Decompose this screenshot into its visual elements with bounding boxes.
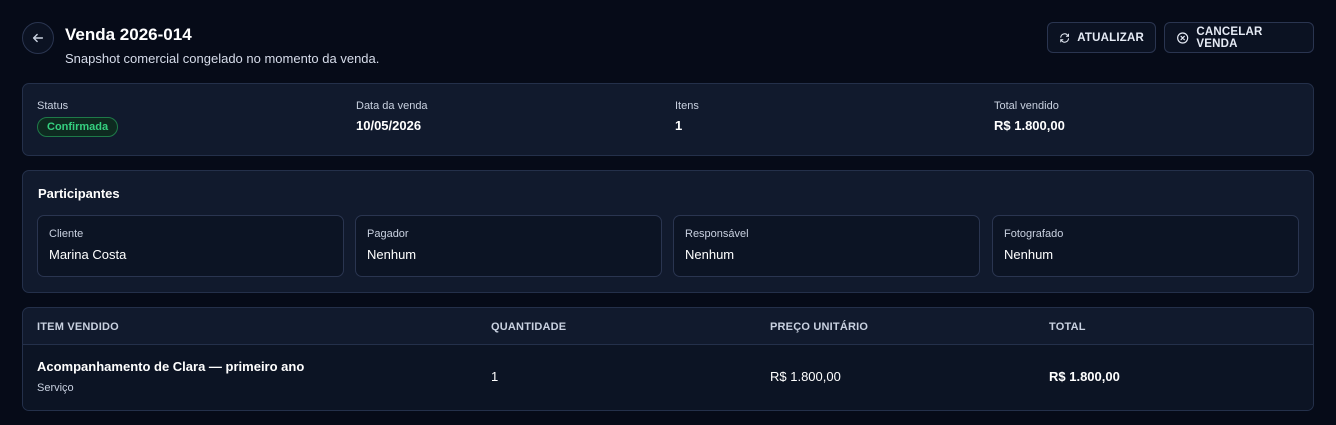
item-name: Acompanhamento de Clara — primeiro ano [37, 359, 305, 374]
cancel-sale-label: CANCELAR VENDA [1196, 25, 1263, 50]
item-unit-price: R$ 1.800,00 [770, 369, 841, 384]
participant-value: Nenhum [1004, 247, 1054, 262]
page-title: Venda 2026-014 [65, 25, 192, 44]
header-actions: ATUALIZAR CANCELAR VENDA [1047, 22, 1314, 53]
item-total: R$ 1.800,00 [1049, 369, 1120, 384]
date-value: 10/05/2026 [356, 118, 422, 133]
summary-items: Itens 1 [675, 100, 699, 133]
cancel-sale-button[interactable]: CANCELAR VENDA [1164, 22, 1314, 53]
summary-date: Data da venda 10/05/2026 [356, 100, 428, 133]
items-label: Itens [675, 100, 699, 112]
total-value: R$ 1.800,00 [994, 118, 1065, 133]
refresh-label: ATUALIZAR [1077, 31, 1144, 44]
participants-title: Participantes [38, 186, 120, 201]
arrow-left-icon [32, 33, 44, 43]
summary-total: Total vendido R$ 1.800,00 [994, 100, 1065, 133]
participant-value: Marina Costa [49, 247, 127, 262]
participants-card: Participantes Cliente Marina Costa Pagad… [22, 170, 1314, 293]
table-header: ITEM VENDIDO QUANTIDADE PREÇO UNITÁRIO T… [23, 308, 1313, 345]
item-type: Serviço [37, 382, 74, 394]
refresh-button[interactable]: ATUALIZAR [1047, 22, 1156, 53]
participant-label: Responsável [685, 228, 749, 240]
column-header-unit-price: PREÇO UNITÁRIO [770, 321, 869, 333]
participant-label: Pagador [367, 228, 409, 240]
participant-payer: Pagador Nenhum [355, 215, 662, 277]
status-label: Status [37, 100, 69, 112]
sale-detail-page: Venda 2026-014 Snapshot comercial congel… [0, 0, 1336, 425]
date-label: Data da venda [356, 100, 428, 112]
total-label: Total vendido [994, 100, 1059, 112]
column-header-quantity: QUANTIDADE [491, 321, 567, 333]
sale-summary-card: Status Confirmada Data da venda 10/05/20… [22, 83, 1314, 156]
refresh-icon [1060, 32, 1069, 43]
status-badge: Confirmada [37, 117, 119, 137]
column-header-total: TOTAL [1049, 321, 1086, 333]
sold-items-table: ITEM VENDIDO QUANTIDADE PREÇO UNITÁRIO T… [22, 307, 1314, 411]
summary-status: Status Confirmada [37, 100, 119, 137]
participant-responsible: Responsável Nenhum [673, 215, 980, 277]
x-circle-icon [1177, 31, 1189, 44]
item-quantity: 1 [491, 369, 499, 384]
participant-label: Fotografado [1004, 228, 1064, 240]
column-header-item: ITEM VENDIDO [37, 321, 119, 333]
participant-label: Cliente [49, 228, 84, 240]
table-row: Acompanhamento de Clara — primeiro ano S… [23, 345, 1313, 410]
participant-value: Nenhum [367, 247, 417, 262]
participant-value: Nenhum [685, 247, 735, 262]
participant-client: Cliente Marina Costa [37, 215, 344, 277]
participant-photographed: Fotografado Nenhum [992, 215, 1299, 277]
back-button[interactable] [22, 22, 54, 54]
items-value: 1 [675, 118, 683, 133]
page-subtitle: Snapshot comercial congelado no momento … [65, 51, 380, 66]
